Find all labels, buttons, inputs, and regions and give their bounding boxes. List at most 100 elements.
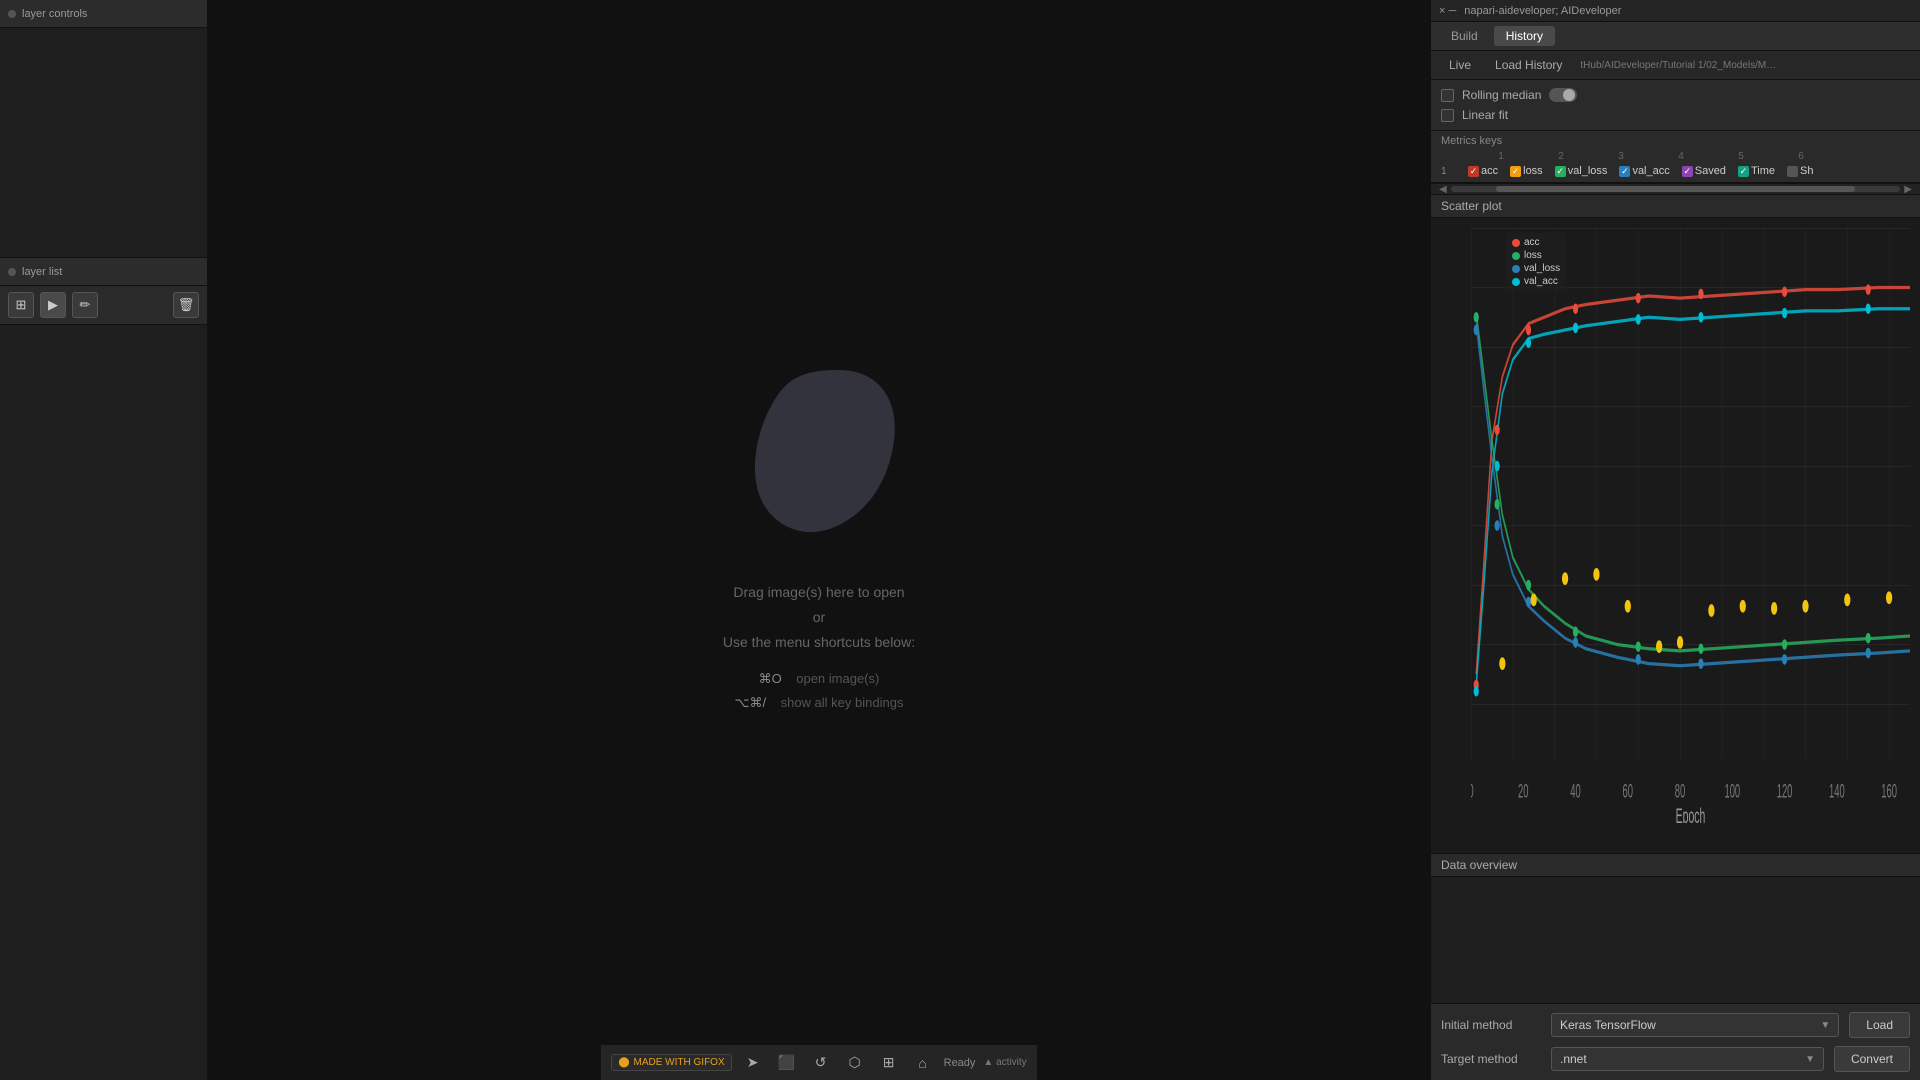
- chip-val-loss-label: val_loss: [1568, 165, 1608, 177]
- gifox-icon: ⬤: [618, 1057, 629, 1068]
- square-icon[interactable]: ⬛: [774, 1050, 800, 1076]
- chip-time-check: ✓: [1738, 166, 1749, 177]
- chip-time[interactable]: ✓ Time: [1733, 164, 1780, 178]
- grid-icon[interactable]: ⊞: [876, 1050, 902, 1076]
- target-method-value: .nnet: [1560, 1052, 1587, 1066]
- chip-time-label: Time: [1751, 165, 1775, 177]
- canvas-area[interactable]: Drag image(s) here to open or Use the me…: [208, 0, 1430, 1044]
- file-path: tHub/AIDeveloper/Tutorial 1/02_Models/M0…: [1580, 60, 1780, 71]
- metrics-section: Metrics keys 1 2 3 4 5 6 1 ✓ acc ✓ los: [1431, 131, 1920, 183]
- initial-method-arrow: ▼: [1820, 1020, 1830, 1031]
- scroll-thumb[interactable]: [1496, 186, 1856, 192]
- chip-acc[interactable]: ✓ acc: [1463, 164, 1503, 178]
- right-title: napari-aideveloper; AIDeveloper: [1464, 5, 1621, 17]
- data-overview-section: Data overview: [1431, 853, 1920, 1003]
- col-5: 5: [1711, 151, 1771, 162]
- chip-val-acc-check: ✓: [1619, 166, 1630, 177]
- live-button[interactable]: Live: [1439, 55, 1481, 75]
- chip-acc-label: acc: [1481, 165, 1498, 177]
- activity-label: ▲ activity: [983, 1057, 1026, 1068]
- layer-list-section: layer list ⊞ ▶ ✏ 🗑: [0, 258, 207, 1080]
- right-top-bar: × ─ napari-aideveloper; AIDeveloper: [1431, 0, 1920, 22]
- left-panel: layer controls layer list ⊞ ▶ ✏ 🗑: [0, 0, 208, 1080]
- chip-val-loss[interactable]: ✓ val_loss: [1550, 164, 1613, 178]
- shortcuts-text: ⌘O open image(s) ⌥⌘/ show all key bindin…: [735, 667, 904, 714]
- legend-loss: loss: [1524, 250, 1542, 261]
- layer-list-tools: ⊞ ▶ ✏ 🗑: [0, 286, 207, 325]
- toggle-thumb: [1563, 89, 1575, 101]
- col-1: 1: [1471, 151, 1531, 162]
- panel-dot-1: [8, 10, 16, 18]
- chip-loss-label: loss: [1523, 165, 1543, 177]
- rolling-median-label: Rolling median: [1462, 88, 1541, 102]
- scroll-bar-area: ◀ ▶: [1431, 183, 1920, 195]
- grid-tool-button[interactable]: ⊞: [8, 292, 34, 318]
- data-overview-content: [1431, 877, 1920, 1003]
- chip-val-acc[interactable]: ✓ val_acc: [1614, 164, 1674, 178]
- legend-val-loss: val_loss: [1524, 263, 1560, 274]
- tab-history[interactable]: History: [1494, 26, 1555, 46]
- svg-text:100: 100: [1724, 781, 1740, 803]
- layer-controls-header: layer controls: [0, 0, 207, 28]
- shortcut1-key: ⌘O: [759, 671, 782, 686]
- col-4: 4: [1651, 151, 1711, 162]
- linear-fit-checkbox[interactable]: [1441, 109, 1454, 122]
- legend-val-acc: val_acc: [1524, 276, 1558, 287]
- target-method-select[interactable]: .nnet ▼: [1551, 1047, 1824, 1071]
- svg-text:40: 40: [1570, 781, 1580, 803]
- chip-sh[interactable]: Sh: [1782, 164, 1818, 178]
- status-text: Ready: [944, 1057, 976, 1069]
- convert-button[interactable]: Convert: [1834, 1046, 1910, 1072]
- scatter-title: Scatter plot: [1431, 195, 1920, 218]
- scroll-left-arrow[interactable]: ◀: [1435, 184, 1451, 195]
- edit-tool-button[interactable]: ✏: [72, 292, 98, 318]
- shortcut2-key: ⌥⌘/: [735, 695, 767, 710]
- svg-text:120: 120: [1777, 781, 1793, 803]
- bottom-bar: ⬤ MADE WITH GIFOX ➤ ⬛ ↺ ⬡ ⊞ ⌂ Ready ▲ ac…: [601, 1044, 1036, 1080]
- right-panel: × ─ napari-aideveloper; AIDeveloper Buil…: [1430, 0, 1920, 1080]
- layer-list-title: layer list: [22, 266, 62, 278]
- home-icon[interactable]: ⌂: [910, 1050, 936, 1076]
- drop-text: Drag image(s) here to open or Use the me…: [723, 580, 915, 656]
- scatter-svg: 1 0.9 0.8 0.7 0.6 0.5 0.4 0.3 0.2 0.1 0 …: [1471, 228, 1910, 823]
- initial-method-select[interactable]: Keras TensorFlow ▼: [1551, 1013, 1839, 1037]
- chip-loss[interactable]: ✓ loss: [1505, 164, 1548, 178]
- export-icon[interactable]: ⬡: [842, 1050, 868, 1076]
- load-button[interactable]: Load: [1849, 1012, 1910, 1038]
- delete-layer-button[interactable]: 🗑: [173, 292, 199, 318]
- metrics-numbers: 1 2 3 4 5 6: [1441, 151, 1910, 162]
- legend-acc: acc: [1524, 237, 1540, 248]
- col-3: 3: [1591, 151, 1651, 162]
- play-tool-button[interactable]: ▶: [40, 292, 66, 318]
- arrow-icon[interactable]: ➤: [740, 1050, 766, 1076]
- scatter-section: Scatter plot 1 0.9 0.8 0.7: [1431, 195, 1920, 853]
- scroll-track[interactable]: [1451, 186, 1901, 192]
- scroll-right-arrow[interactable]: ▶: [1900, 184, 1916, 195]
- tab-build[interactable]: Build: [1439, 26, 1490, 46]
- svg-text:160: 160: [1881, 781, 1897, 803]
- history-toolbar: Live Load History tHub/AIDeveloper/Tutor…: [1431, 51, 1920, 80]
- svg-text:140: 140: [1829, 781, 1845, 803]
- initial-method-row: Initial method Keras TensorFlow ▼ Load: [1441, 1012, 1910, 1038]
- menu-text: Use the menu shortcuts below:: [723, 630, 915, 655]
- metrics-row: 1 ✓ acc ✓ loss ✓ val_loss ✓: [1441, 164, 1910, 178]
- layer-controls-title: layer controls: [22, 8, 87, 20]
- load-history-button[interactable]: Load History: [1485, 55, 1572, 75]
- blob-shape: [719, 330, 919, 550]
- bottom-controls: Initial method Keras TensorFlow ▼ Load T…: [1431, 1003, 1920, 1080]
- rolling-median-checkbox[interactable]: [1441, 89, 1454, 102]
- controls-section: Rolling median Update plot Linear fit: [1431, 80, 1920, 131]
- refresh-icon[interactable]: ↺: [808, 1050, 834, 1076]
- target-method-label: Target method: [1441, 1052, 1541, 1066]
- chip-saved[interactable]: ✓ Saved: [1677, 164, 1731, 178]
- layer-list-header: layer list: [0, 258, 207, 286]
- chip-saved-check: ✓: [1682, 166, 1693, 177]
- rolling-median-toggle[interactable]: [1549, 88, 1577, 102]
- linear-fit-row: Linear fit: [1441, 108, 1910, 122]
- tab-bar: Build History: [1431, 22, 1920, 51]
- chip-sh-check: [1787, 166, 1798, 177]
- initial-method-label: Initial method: [1441, 1018, 1541, 1032]
- layer-list-content: [0, 325, 207, 1080]
- target-method-arrow: ▼: [1805, 1054, 1815, 1065]
- linear-fit-label: Linear fit: [1462, 108, 1508, 122]
